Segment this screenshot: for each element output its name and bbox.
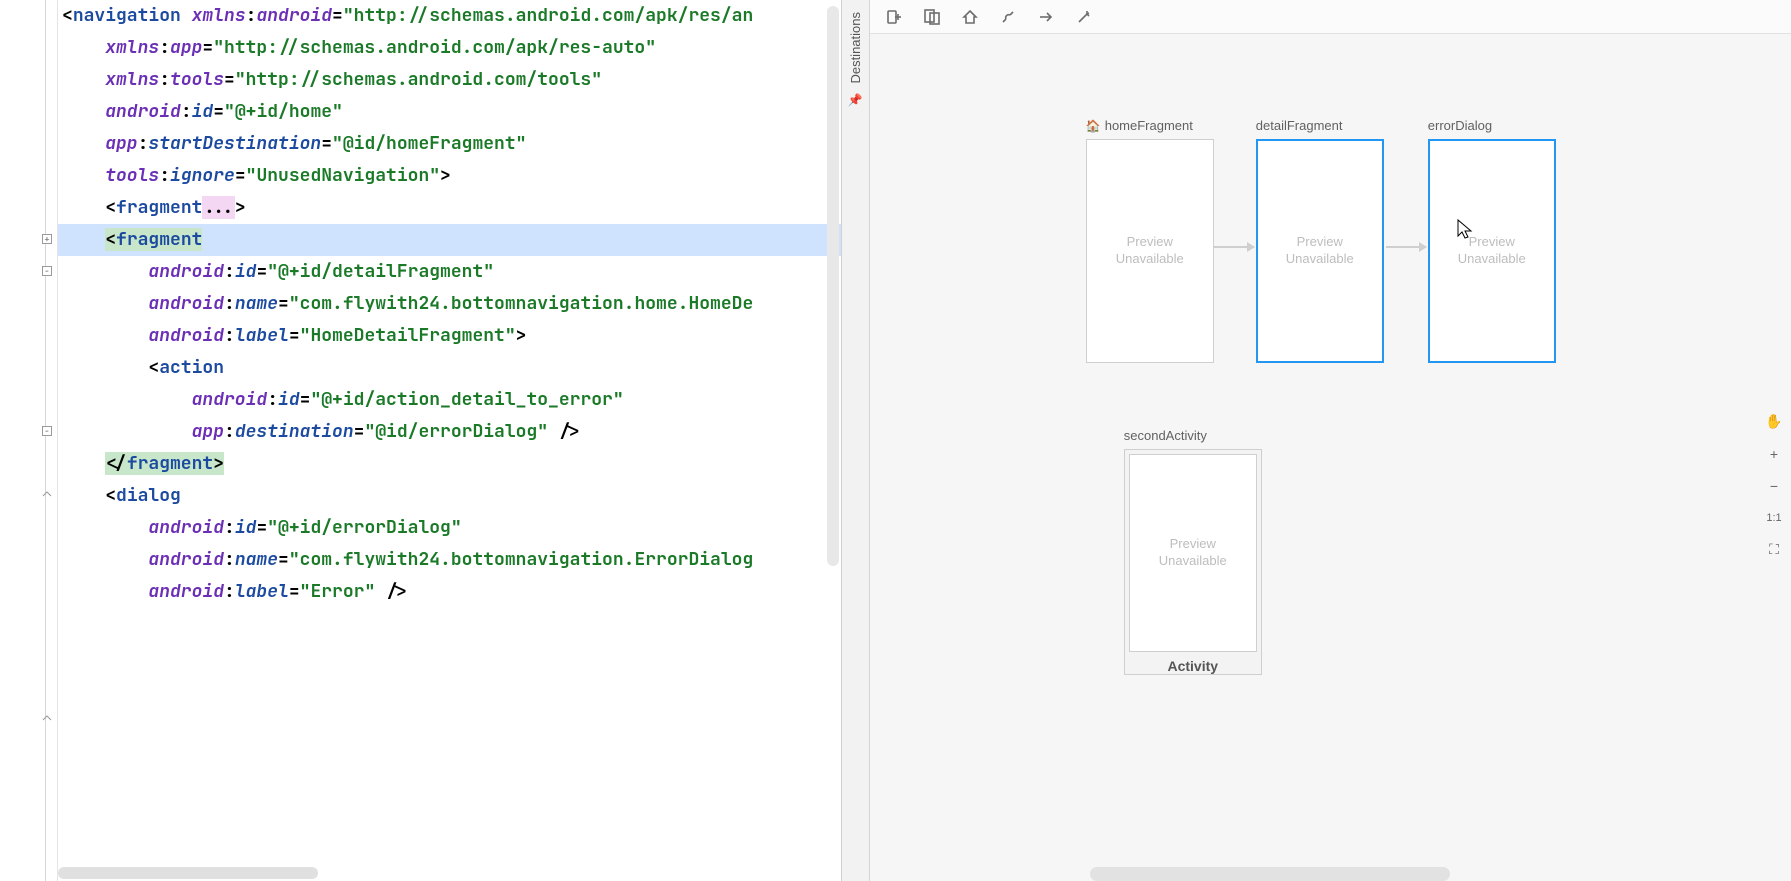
destination-label: detailFragment xyxy=(1256,118,1343,133)
auto-arrange-button[interactable] xyxy=(1036,7,1056,27)
navigation-action-arrow[interactable] xyxy=(1386,246,1426,248)
code-line[interactable]: android:name="com.flywith24.bottomnaviga… xyxy=(58,288,841,320)
xml-editor-pane: + − − <navigation xmlns:android="http://sc… xyxy=(0,0,842,881)
designer-canvas[interactable]: 🏠homeFragmentPreview UnavailabledetailFr… xyxy=(870,34,1791,881)
pin-icon: 📌 xyxy=(848,92,863,108)
destination-title: secondActivity xyxy=(1124,428,1262,443)
designer-toolbar xyxy=(870,0,1791,34)
magic-wand-button[interactable] xyxy=(1074,7,1094,27)
code-line[interactable]: <action xyxy=(58,352,841,384)
fold-collapse-icon[interactable]: − xyxy=(42,266,52,276)
fold-collapse-icon[interactable] xyxy=(42,714,52,724)
code-line[interactable]: <navigation xmlns:android="http://schema… xyxy=(58,0,841,32)
code-line[interactable]: android:label="HomeDetailFragment"> xyxy=(58,320,841,352)
destination-preview-box[interactable]: Preview Unavailable xyxy=(1129,454,1257,652)
code-area[interactable]: <navigation xmlns:android="http://schema… xyxy=(58,0,841,881)
home-destination-button[interactable] xyxy=(960,7,980,27)
code-line[interactable]: android:name="com.flywith24.bottomnaviga… xyxy=(58,544,841,576)
code-line[interactable]: android:id="@+id/action_detail_to_error" xyxy=(58,384,841,416)
destinations-tool-window-tab[interactable]: Destinations 📌 xyxy=(842,0,870,881)
destination-preview-box[interactable]: Preview Unavailable xyxy=(1256,139,1384,363)
code-line[interactable]: xmlns:tools="http://schemas.android.com/… xyxy=(58,64,841,96)
fold-expand-icon[interactable]: + xyxy=(42,234,52,244)
destination-title: detailFragment xyxy=(1256,118,1384,133)
code-line[interactable]: app:startDestination="@id/homeFragment" xyxy=(58,128,841,160)
destination-errorDialog[interactable]: errorDialog Preview Unavailable xyxy=(1428,118,1556,363)
navigation-action-arrow[interactable] xyxy=(1214,246,1254,248)
start-destination-icon: 🏠 xyxy=(1086,119,1101,133)
fold-gutter: + − − xyxy=(0,0,58,881)
destination-label: homeFragment xyxy=(1105,118,1193,133)
code-line[interactable]: xmlns:app="http://schemas.android.com/ap… xyxy=(58,32,841,64)
code-line[interactable]: tools:ignore="UnusedNavigation"> xyxy=(58,160,841,192)
destination-homeFragment[interactable]: 🏠 homeFragment Preview Unavailable xyxy=(1086,118,1214,363)
pan-tool-button[interactable]: ✋ xyxy=(1763,411,1785,433)
destination-secondActivity[interactable]: secondActivity Preview Unavailable Activit… xyxy=(1124,428,1262,675)
destination-detailFragment[interactable]: detailFragment Preview Unavailable xyxy=(1256,118,1384,363)
designer-horizontal-scrollbar[interactable] xyxy=(870,867,1757,881)
code-line[interactable]: app:destination="@id/errorDialog" /> xyxy=(58,416,841,448)
deeplink-button[interactable] xyxy=(998,7,1018,27)
code-line[interactable]: android:id="@+id/errorDialog" xyxy=(58,512,841,544)
root: + − − <navigation xmlns:android="http://sc… xyxy=(0,0,1791,881)
editor-horizontal-scrollbar[interactable] xyxy=(58,867,839,879)
destinations-tab-label: Destinations xyxy=(848,12,863,84)
zoom-out-button[interactable]: − xyxy=(1763,475,1785,497)
destination-label: secondActivity xyxy=(1124,428,1207,443)
zoom-fit-button[interactable]: ⛶ xyxy=(1763,539,1785,561)
activity-label: Activity xyxy=(1125,658,1261,674)
code-line[interactable]: <dialog xyxy=(58,480,841,512)
fold-collapse-icon[interactable]: − xyxy=(42,426,52,436)
new-destination-button[interactable] xyxy=(884,7,904,27)
code-line[interactable]: android:id="@+id/home" xyxy=(58,96,841,128)
code-line[interactable]: </fragment> xyxy=(58,448,841,480)
destination-preview-box[interactable]: Preview Unavailable xyxy=(1428,139,1556,363)
editor-vertical-scrollbar[interactable] xyxy=(827,6,839,566)
nested-graph-button[interactable] xyxy=(922,7,942,27)
code-line[interactable]: <fragment xyxy=(58,224,841,256)
destination-preview-box[interactable]: Preview Unavailable xyxy=(1086,139,1214,363)
zoom-1to1-button[interactable]: 1:1 xyxy=(1763,507,1785,529)
destination-label: errorDialog xyxy=(1428,118,1492,133)
navigation-designer-pane: 🏠homeFragmentPreview UnavailabledetailFr… xyxy=(870,0,1791,881)
code-line[interactable]: android:id="@+id/detailFragment" xyxy=(58,256,841,288)
zoom-in-button[interactable]: + xyxy=(1763,443,1785,465)
fold-collapse-icon[interactable] xyxy=(42,490,52,500)
code-line[interactable]: <fragment...> xyxy=(58,192,841,224)
destination-title: errorDialog xyxy=(1428,118,1556,133)
code-line[interactable]: android:label="Error" /> xyxy=(58,576,841,608)
zoom-controls: ✋ + − 1:1 ⛶ xyxy=(1761,411,1787,561)
destination-title: 🏠 homeFragment xyxy=(1086,118,1214,133)
